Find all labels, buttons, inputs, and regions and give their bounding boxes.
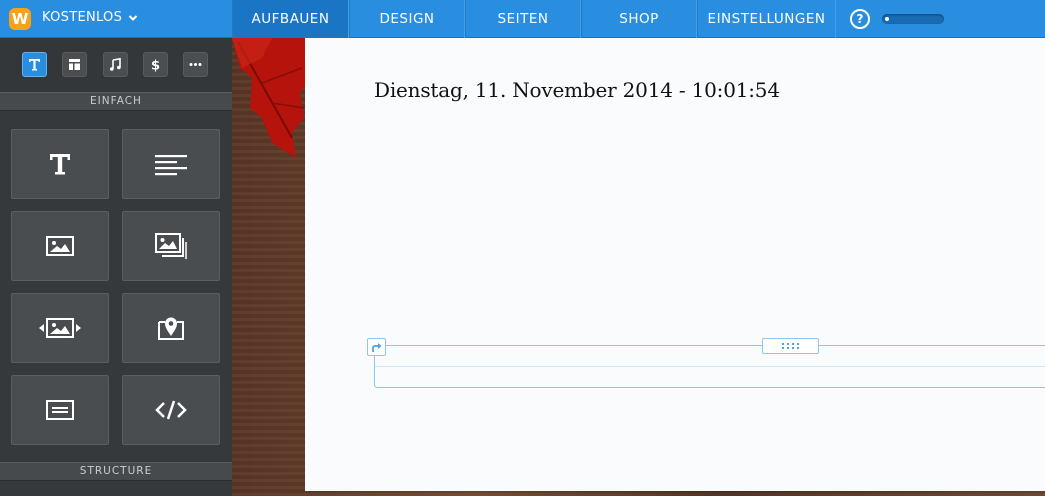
section-move-button[interactable] [367, 338, 386, 356]
embed-code-icon [155, 400, 187, 420]
element-slideshow-tile[interactable] [11, 293, 109, 363]
slideshow-icon [39, 318, 81, 338]
category-layout-button[interactable] [62, 52, 87, 77]
svg-text:$: $ [151, 59, 160, 73]
contact-form-icon [46, 400, 74, 420]
element-gallery-tile[interactable] [122, 211, 220, 281]
progress-fill [885, 17, 889, 21]
top-bar: W KOSTENLOS AUFBAUEN DESIGN SEITEN SHOP … [0, 0, 1045, 38]
autumn-leaf-decoration [232, 38, 312, 158]
tab-shop[interactable]: SHOP [581, 0, 697, 38]
element-embed-code-tile[interactable] [122, 375, 220, 445]
page-content-area[interactable]: Dienstag, 11. November 2014 - 10:01:54 [305, 38, 1045, 491]
dollar-tool-icon: $ [151, 59, 160, 73]
gallery-icon [155, 233, 187, 259]
layout-tool-icon [69, 59, 80, 70]
section-drag-handle[interactable] [762, 338, 819, 354]
arrow-redirect-icon [371, 342, 381, 352]
map-icon [158, 317, 184, 340]
text-icon [155, 155, 187, 176]
category-commerce-button[interactable]: $ [143, 52, 168, 77]
plan-dropdown[interactable]: KOSTENLOS [42, 10, 138, 25]
chevron-down-icon [128, 14, 138, 21]
category-media-button[interactable] [103, 52, 128, 77]
element-title-tile[interactable] [11, 129, 109, 199]
plan-label: KOSTENLOS [42, 10, 123, 25]
section-divider-line [375, 366, 1045, 367]
tab-aufbauen[interactable]: AUFBAUEN [232, 0, 349, 38]
title-icon [50, 154, 70, 175]
category-text-button[interactable] [22, 52, 47, 77]
section-basic-header: EINFACH [0, 92, 232, 111]
main-nav: AUFBAUEN DESIGN SEITEN SHOP EINSTELLUNGE… [232, 0, 836, 38]
elements-sidebar: $ EINFACH STRUCTURE [0, 38, 232, 496]
category-toolbar: $ [0, 38, 232, 92]
element-image-tile[interactable] [11, 211, 109, 281]
setup-progress-bar [882, 14, 944, 24]
weebly-logo[interactable]: W [9, 8, 31, 30]
tab-seiten[interactable]: SEITEN [465, 0, 581, 38]
text-tool-icon [29, 59, 40, 71]
music-tool-icon [110, 57, 121, 71]
element-text-tile[interactable] [122, 129, 220, 199]
drag-dots-icon [781, 343, 799, 349]
help-button[interactable]: ? [850, 9, 870, 29]
element-contact-form-tile[interactable] [11, 375, 109, 445]
image-icon [46, 236, 74, 256]
date-time-text[interactable]: Dienstag, 11. November 2014 - 10:01:54 [374, 78, 780, 102]
more-tool-icon [189, 63, 202, 66]
element-map-tile[interactable] [122, 293, 220, 363]
tab-design[interactable]: DESIGN [349, 0, 465, 38]
empty-section-outline[interactable] [374, 345, 1045, 388]
category-more-button[interactable] [183, 52, 208, 77]
tab-einstellungen[interactable]: EINSTELLUNGEN [697, 0, 836, 38]
section-structure-header: STRUCTURE [0, 462, 232, 481]
